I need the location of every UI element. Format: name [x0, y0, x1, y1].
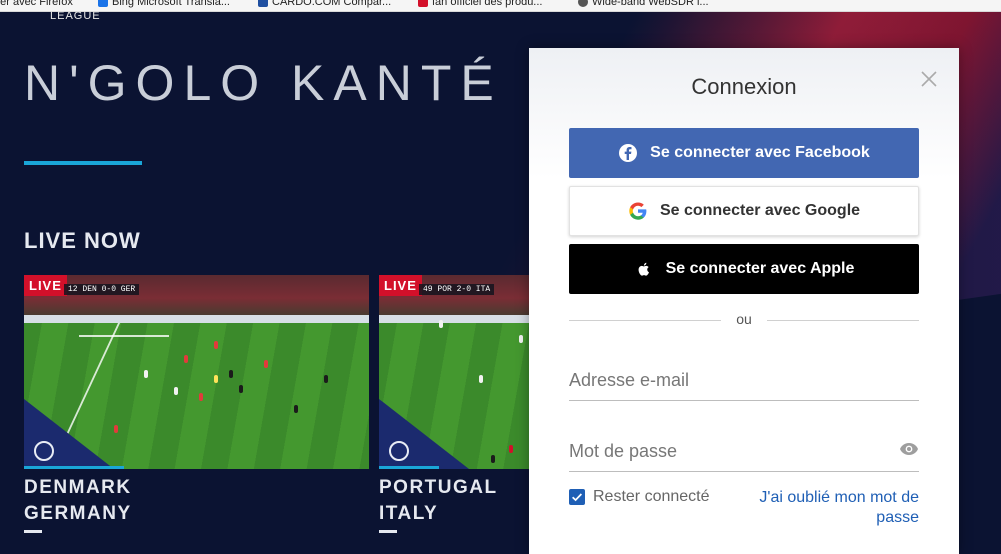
- live-badge: LIVE: [24, 275, 67, 296]
- scorebug: 49 POR 2-0 ITA: [419, 284, 495, 295]
- websdr-icon: [578, 0, 588, 7]
- password-field[interactable]: [569, 436, 889, 466]
- bookmark-label: tter avec Firefox: [0, 0, 73, 8]
- match-card-portugal-italy[interactable]: LIVE 49 POR 2-0 ITA: [379, 275, 529, 469]
- team-name: ITALY: [379, 503, 439, 524]
- apple-icon: [634, 259, 654, 279]
- bookmark-item[interactable]: tter avec Firefox: [0, 0, 73, 8]
- scorebug: 12 DEN 0-0 GER: [64, 284, 140, 295]
- live-now-heading: LIVE NOW: [24, 228, 141, 253]
- team-name: DENMARK: [24, 477, 132, 498]
- player-name-heading: N'GOLO KANTÉ: [24, 55, 503, 111]
- heading-accent-bar: [24, 161, 142, 165]
- bookmark-item[interactable]: Wide-band WebSDR i...: [578, 0, 709, 8]
- close-button[interactable]: [918, 68, 940, 90]
- card-divider: [24, 530, 42, 533]
- bookmarks-bar: tter avec Firefox Bing Microsoft Transla…: [0, 0, 1001, 12]
- bookmark-item[interactable]: Bing Microsoft Transla...: [98, 0, 230, 8]
- bookmark-label: Bing Microsoft Transla...: [112, 0, 230, 8]
- facebook-login-label: Se connecter avec Facebook: [650, 144, 870, 161]
- watch-progress-bar: [379, 466, 439, 469]
- apple-login-button[interactable]: Se connecter avec Apple: [569, 244, 919, 294]
- match-card-denmark-germany[interactable]: LIVE 12 DEN 0-0 GER: [24, 275, 369, 469]
- match-title[interactable]: PORTUGAL ITALY: [379, 475, 498, 527]
- match-title[interactable]: DENMARK GERMANY: [24, 475, 132, 527]
- card-divider: [379, 530, 397, 533]
- uefa-logo-icon: [34, 441, 54, 461]
- league-logo[interactable]: LEAGUE: [50, 10, 101, 22]
- email-field-wrapper: [569, 357, 919, 401]
- checkbox-checked-icon[interactable]: [569, 489, 585, 505]
- team-name: PORTUGAL: [379, 477, 498, 498]
- google-login-button[interactable]: Se connecter avec Google: [569, 186, 919, 236]
- bing-icon: [98, 0, 108, 7]
- bookmark-label: Wide-band WebSDR i...: [592, 0, 709, 8]
- facebook-login-button[interactable]: Se connecter avec Facebook: [569, 128, 919, 178]
- close-icon: [921, 71, 937, 87]
- bookmark-label: CARDO.COM Compar...: [272, 0, 392, 8]
- google-login-label: Se connecter avec Google: [659, 202, 861, 219]
- bookmark-label: fan officiel des produ...: [432, 0, 543, 8]
- uefa-logo-icon: [389, 441, 409, 461]
- facebook-icon: [618, 143, 638, 163]
- login-title: Connexion: [691, 74, 797, 99]
- remember-me-checkbox[interactable]: Rester connecté: [569, 488, 710, 506]
- fan-shop-icon: [418, 0, 428, 7]
- bookmark-item[interactable]: CARDO.COM Compar...: [258, 0, 391, 8]
- live-badge: LIVE: [379, 275, 422, 296]
- email-field[interactable]: [569, 365, 889, 395]
- or-divider: ou: [569, 310, 919, 330]
- team-name: GERMANY: [24, 503, 132, 524]
- login-panel: Connexion Se connecter avec Facebook Se …: [529, 48, 959, 554]
- google-icon: [628, 201, 648, 221]
- or-label: ou: [736, 311, 752, 327]
- bookmark-item[interactable]: fan officiel des produ...: [418, 0, 542, 8]
- show-password-eye-icon[interactable]: [899, 441, 919, 457]
- password-field-wrapper: [569, 428, 919, 472]
- apple-login-label: Se connecter avec Apple: [665, 260, 855, 277]
- forgot-password-link[interactable]: J'ai oublié mon mot de passe: [749, 488, 919, 528]
- remember-me-label: Rester connecté: [593, 488, 710, 505]
- watch-progress-bar: [24, 466, 124, 469]
- cardo-icon: [258, 0, 268, 7]
